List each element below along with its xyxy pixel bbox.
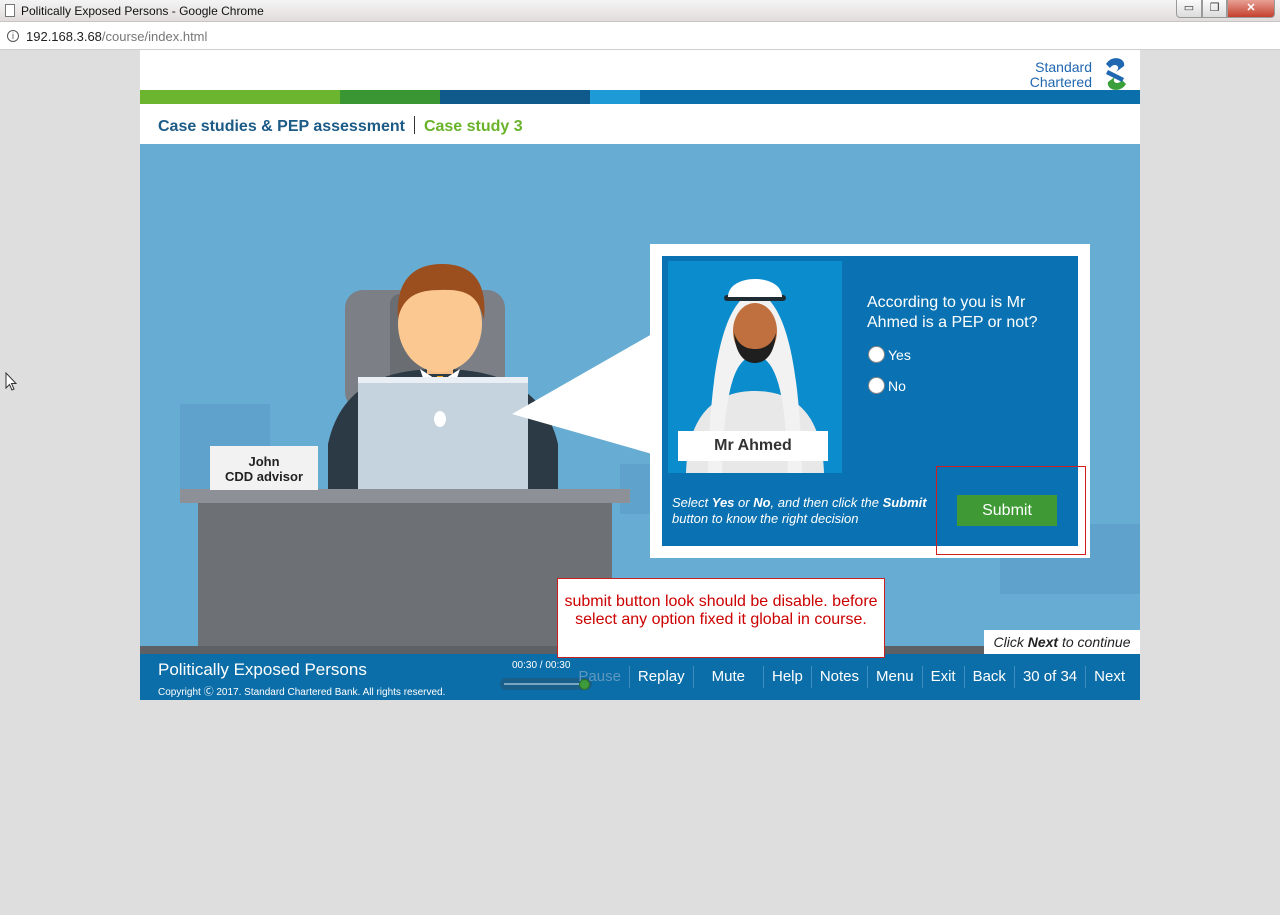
close-button[interactable]: ✕ <box>1227 0 1275 18</box>
instruction-part: button to know the right decision <box>672 511 859 526</box>
breadcrumb-section: Case studies & PEP assessment <box>158 118 405 135</box>
instruction-no: No <box>753 495 771 510</box>
logo-mark-icon <box>1106 58 1126 90</box>
colorbar-segment <box>590 90 640 104</box>
url-text[interactable]: 192.168.3.68/course/index.html <box>26 29 207 44</box>
question-text: According to you is Mr Ahmed is a PEP or… <box>867 294 1038 331</box>
back-button[interactable]: Back <box>963 666 1014 688</box>
colorbar-segment <box>340 90 440 104</box>
mute-button[interactable]: Mute <box>692 666 763 688</box>
laptop-edge <box>358 377 528 383</box>
breadcrumb: Case studies & PEP assessment Case study … <box>158 116 523 136</box>
standard-chartered-logo: Standard Chartered <box>1020 54 1130 92</box>
copyright-text: Copyright Ⓒ 2017. Standard Chartered Ban… <box>158 687 446 698</box>
exit-button[interactable]: Exit <box>921 666 964 688</box>
window-title: Politically Exposed Persons - Google Chr… <box>21 4 264 18</box>
player-nav: Pause Replay Mute Help Notes Menu Exit B… <box>570 654 1140 700</box>
continue-hint-post: to continue <box>1058 634 1131 650</box>
next-button[interactable]: Next <box>1085 666 1140 688</box>
logo-line-2: Chartered <box>1029 74 1092 90</box>
instruction-yes: Yes <box>711 495 735 510</box>
no-label[interactable]: No <box>888 378 906 394</box>
desk-front <box>198 503 612 654</box>
minimize-button[interactable]: ▭ <box>1176 0 1202 18</box>
option-no[interactable]: No <box>868 377 906 394</box>
pause-button[interactable]: Pause <box>570 666 629 688</box>
course-title: Politically Exposed Persons <box>158 660 367 679</box>
review-highlight-box <box>936 466 1086 555</box>
mouse-cursor-icon <box>5 372 18 391</box>
instruction-part: Select <box>672 495 712 510</box>
instruction-part: or <box>734 495 754 510</box>
logo-line-1: Standard <box>1035 59 1092 75</box>
colorbar-segment <box>440 90 590 104</box>
instruction-part: , and then click the <box>770 495 883 510</box>
colorbar-segment <box>140 90 340 104</box>
help-button[interactable]: Help <box>762 666 811 688</box>
nameplate-role: CDD advisor <box>224 469 304 484</box>
info-icon[interactable]: i <box>7 30 19 42</box>
colorbar-segment <box>640 90 1140 104</box>
breadcrumb-page: Case study 3 <box>423 118 523 135</box>
player-footer: Politically Exposed Persons Copyright Ⓒ … <box>140 654 1140 700</box>
person-name-label: Mr Ahmed <box>678 431 828 461</box>
timer-readout: 00:30 / 00:30 <box>512 660 571 671</box>
notes-button[interactable]: Notes <box>810 666 867 688</box>
apple-logo-icon <box>434 411 446 427</box>
desk-top <box>180 489 630 503</box>
page-icon <box>5 4 15 17</box>
breadcrumb-divider <box>413 116 415 134</box>
review-annotation: submit button look should be disable. be… <box>557 578 885 658</box>
yes-radio[interactable] <box>868 346 885 363</box>
address-bar[interactable]: i 192.168.3.68/course/index.html <box>0 22 1280 50</box>
logo-text: Standard Chartered <box>1030 60 1092 90</box>
instruction-submit: Submit <box>882 495 927 510</box>
continue-hint: Click Next to continue <box>984 630 1140 654</box>
continue-hint-pre: Click <box>993 634 1028 650</box>
option-yes[interactable]: Yes <box>868 346 911 363</box>
browser-titlebar: Politically Exposed Persons - Google Chr… <box>0 0 1280 22</box>
nameplate-name: John <box>248 454 280 469</box>
no-radio[interactable] <box>868 377 885 394</box>
continue-hint-next: Next <box>1027 634 1059 650</box>
url-path: /course/index.html <box>101 29 208 44</box>
maximize-button[interactable]: ❐ <box>1202 0 1227 18</box>
laptop <box>358 377 528 489</box>
instruction-text: Select Yes or No, and then click the Sub… <box>672 495 952 527</box>
page-counter: 30 of 34 <box>1013 666 1085 688</box>
head-cloth-top <box>728 279 782 297</box>
menu-button[interactable]: Menu <box>867 666 922 688</box>
nameplate: John CDD advisor <box>210 446 318 490</box>
color-progress-bar <box>140 90 1140 104</box>
yes-label[interactable]: Yes <box>888 347 911 363</box>
replay-button[interactable]: Replay <box>628 666 693 688</box>
url-host: 192.168.3.68 <box>26 29 102 44</box>
